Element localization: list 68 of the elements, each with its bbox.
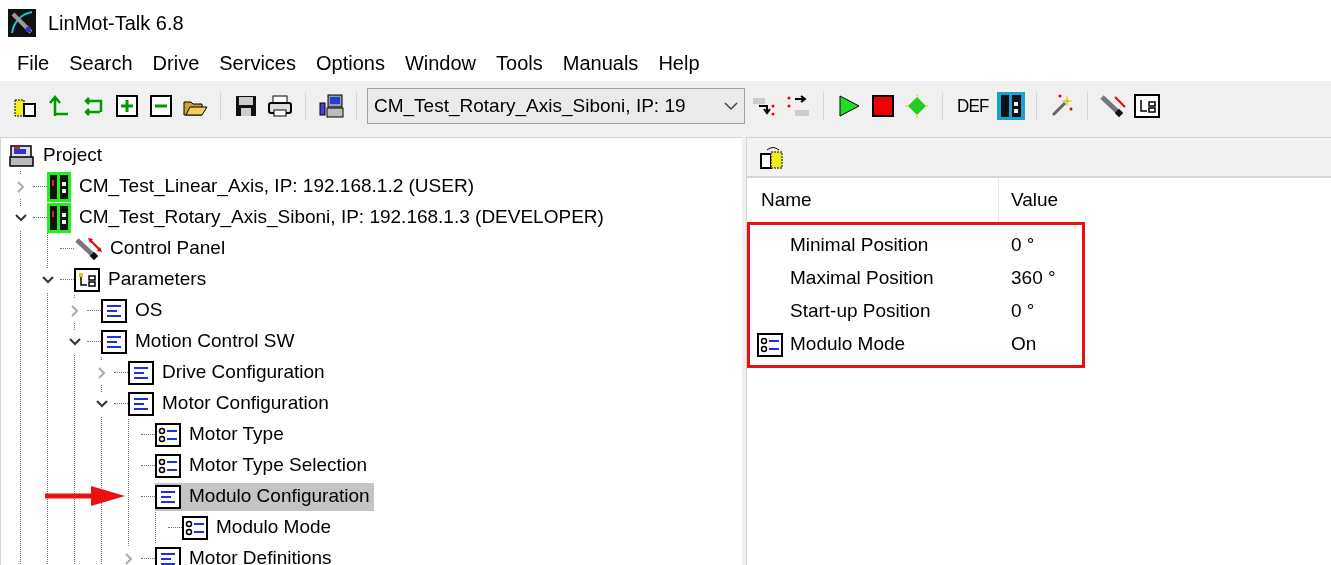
menu-item[interactable]: Help xyxy=(649,48,709,78)
parameter-icon xyxy=(757,332,783,357)
tree-item[interactable]: Motion Control SW xyxy=(101,327,299,356)
parameter-icon xyxy=(182,515,208,540)
window-title: LinMot-Talk 6.8 xyxy=(48,10,184,36)
tree-item[interactable]: Modulo Mode xyxy=(182,513,336,542)
computer-icon xyxy=(318,93,344,119)
menu-item[interactable]: Options xyxy=(307,48,394,78)
dropdown-caret-icon xyxy=(724,101,738,111)
property-name: Modulo Mode xyxy=(790,332,906,357)
tree-item[interactable]: Motor Configuration xyxy=(128,389,333,418)
list-icon xyxy=(101,298,127,323)
printer-icon xyxy=(267,94,293,118)
menu-item[interactable]: Search xyxy=(60,48,142,78)
menu-item[interactable]: Manuals xyxy=(553,48,648,78)
tree-item[interactable]: Motor Type Selection xyxy=(155,451,372,480)
parameter-icon xyxy=(155,453,181,478)
property-name: Maximal Position xyxy=(790,266,934,291)
tree-item[interactable]: Motor Type xyxy=(155,420,288,449)
defaults-button[interactable]: DEF xyxy=(953,89,993,123)
minus-icon xyxy=(149,94,173,118)
tree-item[interactable]: Project xyxy=(9,141,107,170)
list-icon xyxy=(128,360,154,385)
drive-icon xyxy=(997,92,1026,120)
play-icon xyxy=(837,94,861,118)
drive-icon xyxy=(47,171,71,202)
list-icon xyxy=(155,484,181,509)
property-name: Minimal Position xyxy=(790,233,929,258)
project-icon xyxy=(9,143,35,168)
list-icon xyxy=(128,391,154,416)
tree-item[interactable]: Modulo Configuration xyxy=(155,482,374,511)
tree-item[interactable]: Drive Configuration xyxy=(128,358,329,387)
transfer-icon xyxy=(785,94,811,118)
menu-item[interactable]: Drive xyxy=(143,48,209,78)
property-value: 0 ° xyxy=(1010,233,1035,258)
toggle-view-icon xyxy=(759,144,785,170)
drive-icon xyxy=(47,202,71,233)
tree-item[interactable]: Parameters xyxy=(74,265,211,294)
control-panel-icon xyxy=(1099,93,1128,119)
tree-item[interactable]: CM_Test_Rotary_Axis_Siboni, IP: 192.168.1.3 (DEVELOPER) xyxy=(47,203,608,232)
connect-button[interactable] xyxy=(316,91,346,121)
column-header[interactable]: Name xyxy=(747,178,999,222)
arrow-up-icon xyxy=(47,94,71,118)
property-value: On xyxy=(1010,332,1037,357)
parameters-icon xyxy=(1134,94,1161,118)
menu-item[interactable]: Services xyxy=(210,48,305,78)
menu-item[interactable]: File xyxy=(8,48,59,78)
menu-item[interactable]: Window xyxy=(395,48,486,78)
drive-button[interactable] xyxy=(996,91,1027,121)
app-logo-icon xyxy=(8,8,36,37)
plus-icon xyxy=(115,94,139,118)
list-icon xyxy=(101,329,127,354)
stop-icon xyxy=(871,94,895,118)
menu-item[interactable]: Tools xyxy=(487,48,552,78)
column-header[interactable]: Value xyxy=(999,178,1059,222)
parameters-icon xyxy=(74,267,100,292)
property-value: 0 ° xyxy=(1010,299,1035,324)
parameter-icon xyxy=(155,422,181,447)
property-value: 360 ° xyxy=(1010,266,1056,291)
parameters-button[interactable] xyxy=(1132,91,1163,121)
tree-item[interactable]: Motor Definitions xyxy=(155,544,336,565)
property-name: Start-up Position xyxy=(790,299,931,324)
tree-item[interactable]: Control Panel xyxy=(74,234,230,263)
diamond-icon xyxy=(905,94,929,118)
control-panel-icon xyxy=(74,235,102,262)
tree-item[interactable]: CM_Test_Linear_Axis, IP: 192.168.1.2 (USER) xyxy=(47,172,478,201)
drive-select[interactable]: CM_Test_Rotary_Axis_Siboni, IP: 19 xyxy=(367,88,745,124)
tree-item[interactable]: OS xyxy=(101,296,167,325)
